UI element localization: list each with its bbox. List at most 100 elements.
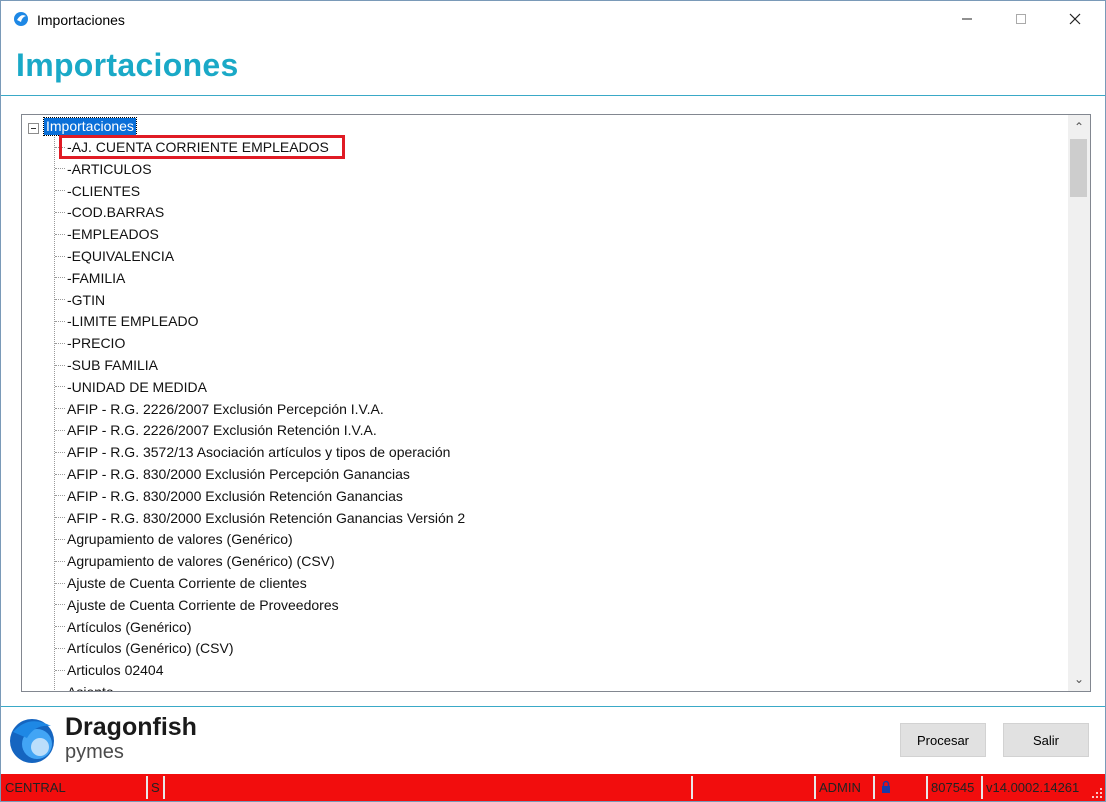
tree-item-label: Ajuste de Cuenta Corriente de clientes xyxy=(67,575,307,591)
imports-tree-panel: Importaciones -AJ. CUENTA CORRIENTE EMPL… xyxy=(21,114,1091,692)
tree-item-label: Agrupamiento de valores (Genérico) (CSV) xyxy=(67,553,335,570)
tree-item-label: -PRECIO xyxy=(67,335,126,352)
tree-item[interactable]: -EQUIVALENCIA xyxy=(55,246,174,266)
tree-item-label: AFIP - R.G. 3572/13 Asociación artículos… xyxy=(67,444,451,461)
tree-item[interactable]: -UNIDAD DE MEDIDA xyxy=(55,377,207,397)
page-title: Importaciones xyxy=(16,47,239,83)
tree-item-label: -COD.BARRAS xyxy=(67,204,165,221)
tree-connector xyxy=(55,386,65,388)
imports-tree[interactable]: Importaciones -AJ. CUENTA CORRIENTE EMPL… xyxy=(22,115,1068,691)
header-divider xyxy=(1,95,1105,96)
tree-item[interactable]: Ajuste de Cuenta Corriente de clientes xyxy=(55,573,307,593)
tree-item[interactable]: AFIP - R.G. 2226/2007 Exclusión Retenció… xyxy=(55,420,377,440)
vertical-scrollbar[interactable]: ⌃ ⌄ xyxy=(1068,115,1090,691)
tree-connector xyxy=(55,647,65,649)
tree-item-label: AFIP - R.G. 2226/2007 Exclusión Percepci… xyxy=(67,400,384,417)
tree-connector xyxy=(55,299,65,301)
tree-item[interactable]: AFIP - R.G. 830/2000 Exclusión Retención… xyxy=(55,486,403,506)
tree-connector xyxy=(55,538,65,540)
tree-item-label: -EQUIVALENCIA xyxy=(67,248,175,264)
tree-item-label: -CLIENTES xyxy=(67,182,141,199)
tree-connector xyxy=(55,429,65,431)
scroll-down-icon[interactable]: ⌄ xyxy=(1068,669,1090,689)
tree-item-label: -SUB FAMILIA xyxy=(67,357,159,373)
tree-item-label: Articulos 02404 xyxy=(67,662,164,679)
tree-item[interactable]: -CLIENTES xyxy=(55,181,140,201)
status-s: S xyxy=(151,780,160,795)
tree-connector xyxy=(55,495,65,497)
status-separator xyxy=(146,776,148,799)
tree-item[interactable]: Artículos (Genérico) xyxy=(55,617,191,637)
tree-item[interactable]: Artículos (Genérico) (CSV) xyxy=(55,638,233,658)
window-title: Importaciones xyxy=(37,12,125,28)
tree-connector xyxy=(55,277,65,279)
tree-item[interactable]: Ajuste de Cuenta Corriente de Proveedore… xyxy=(55,595,339,615)
tree-item[interactable]: AFIP - R.G. 3572/13 Asociación artículos… xyxy=(55,442,450,462)
status-bar: CENTRAL S ADMIN 807545 v14.0002.14261 xyxy=(1,774,1105,801)
scroll-up-icon[interactable]: ⌃ xyxy=(1068,117,1090,137)
tree-item[interactable]: AFIP - R.G. 830/2000 Exclusión Retención… xyxy=(55,508,465,528)
tree-connector xyxy=(55,669,65,671)
collapse-toggle-icon[interactable] xyxy=(28,123,39,134)
tree-item-label: -GTIN xyxy=(67,291,106,308)
tree-item-label: Agrupamiento de valores (Genérico) xyxy=(67,531,293,548)
tree-item[interactable]: AFIP - R.G. 830/2000 Exclusión Percepció… xyxy=(55,464,410,484)
title-bar[interactable]: Importaciones xyxy=(1,1,1105,37)
main-window: Importaciones Importaciones Importacione… xyxy=(0,0,1106,802)
tree-item[interactable]: Agrupamiento de valores (Genérico) (CSV) xyxy=(55,551,335,571)
procesar-button[interactable]: Procesar xyxy=(900,723,986,757)
status-separator xyxy=(981,776,983,799)
tree-item[interactable]: -ARTICULOS xyxy=(55,159,152,179)
tree-connector xyxy=(55,233,65,235)
tree-item[interactable]: -EMPLEADOS xyxy=(55,224,159,244)
tree-item-label: -EMPLEADOS xyxy=(67,226,159,243)
tree-item-label: Artículos (Genérico) xyxy=(67,618,192,635)
tree-item[interactable]: -LIMITE EMPLEADO xyxy=(55,311,198,331)
status-version: v14.0002.14261 xyxy=(986,780,1080,795)
resize-grip-icon[interactable] xyxy=(1089,785,1103,799)
lock-icon xyxy=(882,780,890,793)
tree-root-label[interactable]: Importaciones xyxy=(43,117,137,136)
tree-item-label: -ARTICULOS xyxy=(67,160,152,177)
tree-item-label: AFIP - R.G. 830/2000 Exclusión Percepció… xyxy=(67,466,410,482)
tree-connector xyxy=(55,320,65,322)
tree-item[interactable]: Asiento xyxy=(55,682,114,691)
tree-item[interactable]: -GTIN xyxy=(55,290,105,310)
close-icon xyxy=(1069,13,1081,25)
tree-item-label: Artículos (Genérico) (CSV) xyxy=(67,640,234,657)
status-separator xyxy=(163,776,165,799)
status-separator xyxy=(691,776,693,799)
tree-item[interactable]: Articulos 02404 xyxy=(55,660,164,680)
scroll-thumb[interactable] xyxy=(1070,139,1087,197)
tree-item-label: -FAMILIA xyxy=(67,269,126,286)
brand-subtitle: pymes xyxy=(65,741,124,763)
minimize-icon xyxy=(962,18,972,20)
status-separator xyxy=(926,776,928,799)
tree-connector xyxy=(55,517,65,519)
maximize-icon xyxy=(1016,14,1026,24)
tree-item[interactable]: AFIP - R.G. 2226/2007 Exclusión Percepci… xyxy=(55,399,384,419)
tree-item[interactable]: -FAMILIA xyxy=(55,268,125,288)
tree-item[interactable]: Agrupamiento de valores (Genérico) xyxy=(55,529,293,549)
status-separator xyxy=(814,776,816,799)
dragonfish-logo-icon xyxy=(10,719,54,763)
footer-divider xyxy=(1,706,1105,707)
tree-connector xyxy=(55,168,65,170)
salir-button[interactable]: Salir xyxy=(1003,723,1089,757)
app-icon xyxy=(14,12,28,26)
brand-name: Dragonfish xyxy=(65,713,197,741)
minimize-button[interactable] xyxy=(941,1,993,37)
tree-connector xyxy=(55,451,65,453)
tree-item-label: -UNIDAD DE MEDIDA xyxy=(67,378,208,395)
tree-item-label: AFIP - R.G. 2226/2007 Exclusión Retenció… xyxy=(67,422,377,439)
tree-item[interactable]: -PRECIO xyxy=(55,333,125,353)
tree-item[interactable]: -SUB FAMILIA xyxy=(55,355,158,375)
tree-item[interactable]: -COD.BARRAS xyxy=(55,202,164,222)
tree-item-label: AFIP - R.G. 830/2000 Exclusión Retención… xyxy=(67,487,403,504)
tree-item-label: Asiento xyxy=(67,684,114,691)
status-branch: CENTRAL xyxy=(5,780,66,795)
maximize-button[interactable] xyxy=(995,1,1047,37)
tree-connector xyxy=(55,604,65,606)
tree-connector xyxy=(55,364,65,366)
close-button[interactable] xyxy=(1049,1,1101,37)
